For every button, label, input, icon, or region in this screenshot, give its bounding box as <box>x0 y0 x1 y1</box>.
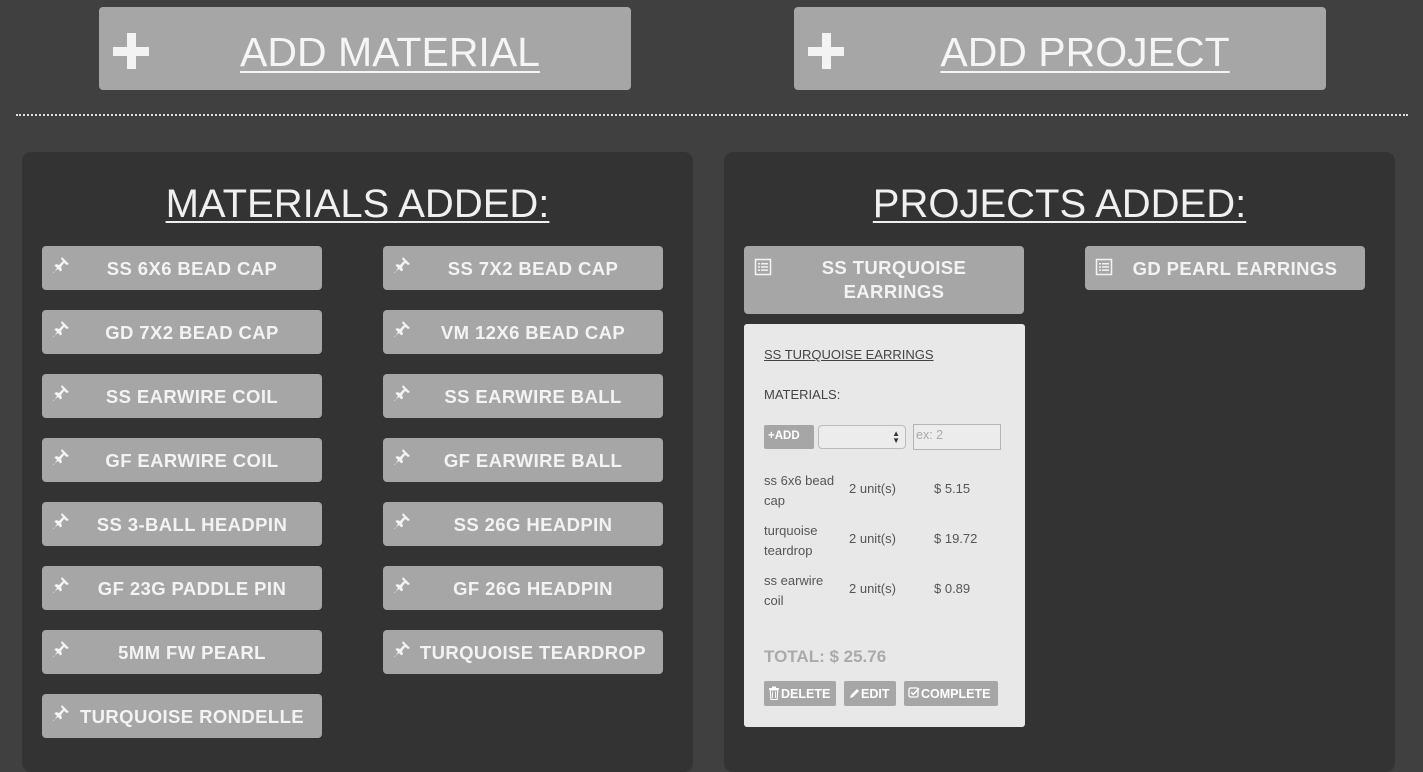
material-label: SS 6X6 BEAD CAP <box>106 258 278 279</box>
complete-label: COMPLETE <box>921 687 991 701</box>
material-label: SS EARWIRE BALL <box>444 386 622 407</box>
material-label: GF EARWIRE COIL <box>105 450 279 471</box>
material-select[interactable]: ▲ ▼ <box>818 425 906 449</box>
projects-title: PROJECTS ADDED: <box>872 182 1247 226</box>
edit-button[interactable]: EDIT <box>844 681 896 706</box>
material-tag[interactable]: GD 7X2 BEAD CAP <box>42 310 322 354</box>
material-tag[interactable]: SS EARWIRE BALL <box>383 374 663 418</box>
material-label: 5MM FW PEARL <box>118 642 266 663</box>
project-label: GD PEARL EARRINGS <box>1132 258 1338 279</box>
project-detail-title[interactable]: SS TURQUOISE EARRINGS <box>764 347 934 362</box>
material-label: SS 3-BALL HEADPIN <box>96 514 288 535</box>
material-tag[interactable]: 5MM FW PEARL <box>42 630 322 674</box>
material-label: GD 7X2 BEAD CAP <box>105 322 279 343</box>
material-tag[interactable]: TURQUOISE TEARDROP <box>383 630 663 674</box>
plus-icon <box>113 33 149 69</box>
material-tag[interactable]: SS EARWIRE COIL <box>42 374 322 418</box>
row-price: $ 5.15 <box>934 481 971 496</box>
material-label: SS 7X2 BEAD CAP <box>447 258 619 279</box>
row-price: $ 0.89 <box>934 581 971 596</box>
complete-button[interactable]: COMPLETE <box>904 681 998 706</box>
divider <box>16 114 1408 116</box>
project-tag-ss-turquoise-earrings[interactable]: SS TURQUOISE EARRINGS <box>744 246 1024 314</box>
material-label: TURQUOISE TEARDROP <box>419 642 647 663</box>
delete-button[interactable]: DELETE <box>764 681 836 706</box>
material-tag[interactable]: SS 3-BALL HEADPIN <box>42 502 322 546</box>
add-project-label: ADD PROJECT <box>940 29 1230 75</box>
material-tag[interactable]: GF 23G PADDLE PIN <box>42 566 322 610</box>
row-material-name: ss earwire coil <box>764 573 824 608</box>
row-material-name: ss 6x6 bead cap <box>764 473 835 508</box>
material-tag[interactable]: SS 7X2 BEAD CAP <box>383 246 663 290</box>
trash-icon <box>769 686 779 700</box>
material-tag[interactable]: TURQUOISE RONDELLE <box>42 694 322 738</box>
material-label: GF 26G HEADPIN <box>453 578 613 599</box>
add-button-text: +ADD <box>768 430 800 442</box>
row-units: 2 unit(s) <box>849 531 896 546</box>
material-tag[interactable]: VM 12X6 BEAD CAP <box>383 310 663 354</box>
add-material-label: ADD MATERIAL <box>240 29 540 75</box>
pencil-icon <box>850 689 859 698</box>
material-label: VM 12X6 BEAD CAP <box>440 322 626 343</box>
material-label: TURQUOISE RONDELLE <box>79 706 305 727</box>
row-units: 2 unit(s) <box>849 581 896 596</box>
material-tag[interactable]: GF EARWIRE COIL <box>42 438 322 482</box>
material-label: GF EARWIRE BALL <box>443 450 623 471</box>
material-tag[interactable]: SS 26G HEADPIN <box>383 502 663 546</box>
materials-label: MATERIALS: <box>764 387 841 402</box>
material-tag[interactable]: GF 26G HEADPIN <box>383 566 663 610</box>
list-document-icon <box>754 258 772 276</box>
material-label: GF 23G PADDLE PIN <box>97 578 287 599</box>
plus-icon <box>808 33 844 69</box>
check-square-icon <box>908 687 920 698</box>
delete-label: DELETE <box>781 687 831 701</box>
row-price: $ 19.72 <box>934 531 978 546</box>
add-material-to-project-button[interactable]: +ADD <box>764 425 814 449</box>
project-label: SS TURQUOISE EARRINGS <box>821 257 967 302</box>
material-label: SS 26G HEADPIN <box>453 514 613 535</box>
row-units: 2 unit(s) <box>849 481 896 496</box>
add-label: ADD <box>774 430 800 442</box>
select-arrows-icon: ▲ ▼ <box>892 429 900 445</box>
project-total: TOTAL: $ 25.76 <box>764 647 887 666</box>
row-material-name: turquoise teardrop <box>764 523 818 558</box>
materials-title: MATERIALS ADDED: <box>165 182 550 226</box>
add-project-button[interactable]: ADD PROJECT <box>794 7 1326 90</box>
edit-label: EDIT <box>861 687 890 701</box>
material-tag[interactable]: SS 6X6 BEAD CAP <box>42 246 322 290</box>
material-tag[interactable]: GF EARWIRE BALL <box>383 438 663 482</box>
project-detail-card: SS TURQUOISE EARRINGS MATERIALS: +ADD ▲ ▼… <box>744 324 1025 727</box>
project-tag-gd-pearl-earrings[interactable]: GD PEARL EARRINGS <box>1085 246 1365 290</box>
add-material-button[interactable]: ADD MATERIAL <box>99 7 631 90</box>
material-label: SS EARWIRE COIL <box>105 386 279 407</box>
quantity-input[interactable]: ex: 2 <box>913 424 1001 450</box>
